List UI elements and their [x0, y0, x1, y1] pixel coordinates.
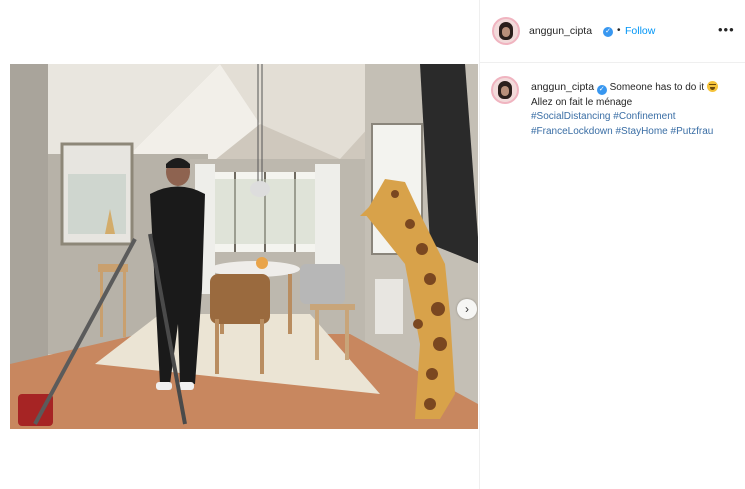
instagram-post: › anggun_cipta ✓ • Follow ••• anggun_cip… — [0, 0, 745, 489]
follow-button[interactable]: Follow — [625, 25, 655, 37]
separator-dot: • — [617, 25, 621, 36]
avatar-face — [501, 86, 509, 96]
hashtag-link[interactable]: #Confinement — [613, 111, 675, 122]
chevron-right-icon: › — [465, 302, 469, 316]
caption-text-2: Allez on fait le ménage — [531, 96, 633, 108]
next-photo-button[interactable]: › — [457, 299, 477, 319]
hashtag-link[interactable]: #Putzfrau — [671, 126, 714, 137]
more-options-icon[interactable]: ••• — [718, 22, 735, 37]
panel-divider — [479, 0, 480, 489]
caption-text: Someone has to do it — [609, 82, 705, 93]
verified-badge-icon: ✓ — [596, 85, 607, 95]
post-caption: anggun_cipta ✓ Someone has to do it Alle… — [531, 80, 741, 139]
photo-illustration — [10, 64, 478, 429]
hashtag-link[interactable]: #StayHome — [616, 126, 668, 137]
avatar-face — [502, 27, 510, 37]
hashtag-list: #SocialDistancing #Confinement #FranceLo… — [531, 110, 741, 139]
post-header: anggun_cipta ✓ • Follow ••• — [480, 0, 745, 63]
username-link[interactable]: anggun_cipta — [529, 25, 592, 37]
caption-avatar[interactable] — [491, 76, 519, 104]
avatar[interactable] — [492, 17, 520, 45]
hashtag-link[interactable]: #SocialDistancing — [531, 111, 611, 122]
caption-username-link[interactable]: anggun_cipta — [531, 81, 594, 93]
hashtag-link[interactable]: #FranceLockdown — [531, 126, 613, 137]
verified-badge-icon: ✓ — [603, 27, 613, 37]
post-photo[interactable]: › — [10, 64, 478, 429]
grinning-sweat-emoji-icon — [706, 81, 718, 92]
